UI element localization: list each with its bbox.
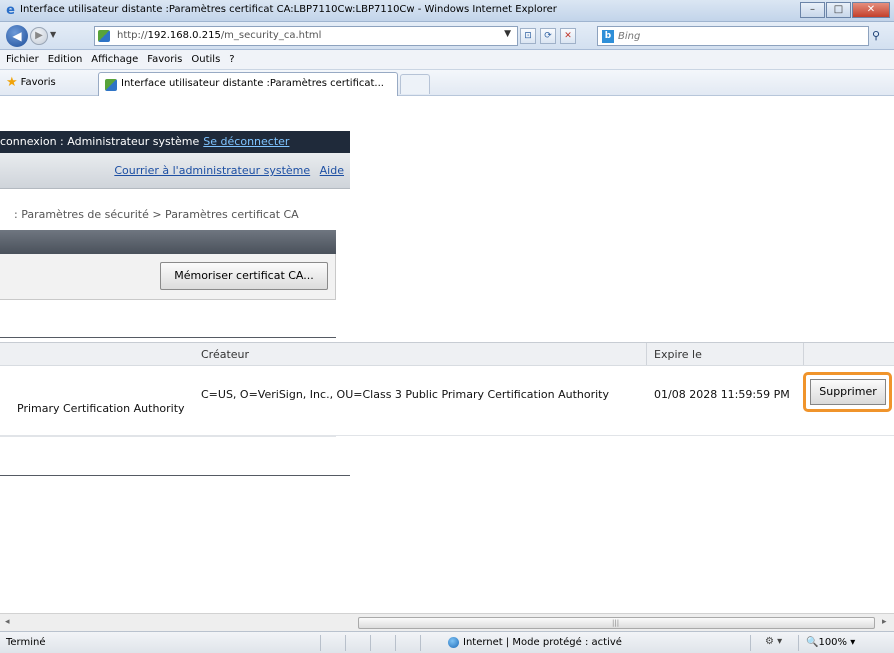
grip-icon: ||| [612,619,620,627]
scrollbar-thumb[interactable]: ||| [358,617,875,629]
refresh-icon[interactable]: ⟳ [540,28,556,44]
column-header-issuer: Créateur [201,348,250,361]
new-tab-button[interactable] [400,74,430,94]
minimize-button[interactable]: – [800,2,825,18]
menu-help[interactable]: ? [229,54,234,65]
zoom-level[interactable]: 🔍100% ▾ [806,637,855,648]
star-icon: ★ [6,75,18,90]
status-text: Terminé [6,637,46,648]
window-title: Interface utilisateur distante :Paramètr… [20,4,557,15]
divider [0,337,336,338]
column-separator [646,343,647,365]
certificate-issuer: C=US, O=VeriSign, Inc., OU=Class 3 Publi… [201,388,610,401]
scroll-right-icon[interactable]: ▸ [882,617,887,627]
menu-edit[interactable]: Edition [48,54,83,65]
security-zone[interactable]: Internet | Mode protégé : activé [448,637,622,648]
globe-icon [448,637,459,648]
settings-icon[interactable]: ⚙ ▾ [765,636,782,647]
window-titlebar: e Interface utilisateur distante :Paramè… [0,0,894,22]
breadcrumb: : Paramètres de sécurité > Paramètres ce… [14,208,299,221]
column-separator [803,343,804,365]
divider [0,475,350,476]
status-separator [750,635,751,651]
history-dropdown-icon[interactable]: ▼ [50,30,56,39]
tab-favicon-icon [105,79,117,91]
search-box[interactable]: b [597,26,869,46]
status-separator [370,635,371,651]
utility-strip: Courrier à l'administrateur système Aide [0,153,350,189]
menu-view[interactable]: Affichage [91,54,138,65]
zoom-text: 100% [818,637,848,648]
horizontal-scrollbar[interactable]: ◂ ||| ▸ [0,613,894,631]
status-separator [798,635,799,651]
menu-bar: Fichier Edition Affichage Favoris Outils… [0,50,894,70]
section-header-bar [0,230,336,254]
menu-file[interactable]: Fichier [6,54,39,65]
certificate-name: Primary Certification Authority [17,402,185,415]
divider [0,436,336,437]
close-button[interactable]: ✕ [852,2,890,18]
active-tab[interactable]: Interface utilisateur distante :Paramètr… [98,72,398,96]
forward-button[interactable]: ▶ [30,27,48,45]
delete-button[interactable]: Supprimer [810,379,886,405]
tab-title: Interface utilisateur distante :Paramètr… [121,78,384,89]
favorites-bar: ★ Favoris Interface utilisateur distante… [0,70,894,96]
maximize-button[interactable]: □ [826,2,851,18]
status-separator [345,635,346,651]
status-bar: Terminé Internet | Mode protégé : activé… [0,631,894,653]
store-panel: Mémoriser certificat CA... [0,254,336,300]
status-separator [320,635,321,651]
stop-icon[interactable]: ✕ [560,28,576,44]
ie-logo-icon: e [6,3,15,18]
table-row: Primary Certification Authority C=US, O=… [0,366,894,436]
favorites-label: Favoris [20,77,56,88]
compatibility-view-icon[interactable]: ⊡ [520,28,536,44]
bing-icon: b [602,30,614,43]
zone-text: Internet | Mode protégé : activé [463,637,622,648]
search-input[interactable] [618,29,848,43]
menu-tools[interactable]: Outils [191,54,220,65]
login-strip: connexion : Administrateur système Se déc… [0,131,350,153]
favorites-button[interactable]: ★ Favoris [6,75,56,90]
url-dropdown-icon[interactable]: ▼ [504,29,511,39]
scroll-left-icon[interactable]: ◂ [5,617,10,627]
url-field[interactable]: http://192.168.0.215/m_security_ca.html … [94,26,518,46]
mail-admin-link[interactable]: Courrier à l'administrateur système [114,164,310,177]
login-status: connexion : Administrateur système [0,135,200,148]
site-favicon-icon [98,30,110,42]
store-ca-certificate-button[interactable]: Mémoriser certificat CA... [160,262,328,290]
page-viewport: connexion : Administrateur système Se déc… [0,96,894,613]
logout-link[interactable]: Se déconnecter [203,135,289,148]
address-bar: ◀ ▶ ▼ http://192.168.0.215/m_security_ca… [0,22,894,50]
table-header: Créateur Expire le [0,342,894,366]
column-header-expires: Expire le [654,348,702,361]
certificate-expiry: 01/08 2028 11:59:59 PM [654,388,790,401]
help-link[interactable]: Aide [320,164,344,177]
status-separator [420,635,421,651]
back-button[interactable]: ◀ [6,25,28,47]
url-text: http://192.168.0.215/m_security_ca.html [117,30,322,41]
status-separator [395,635,396,651]
menu-favorites[interactable]: Favoris [147,54,182,65]
search-icon[interactable]: ⚲ [872,29,880,42]
